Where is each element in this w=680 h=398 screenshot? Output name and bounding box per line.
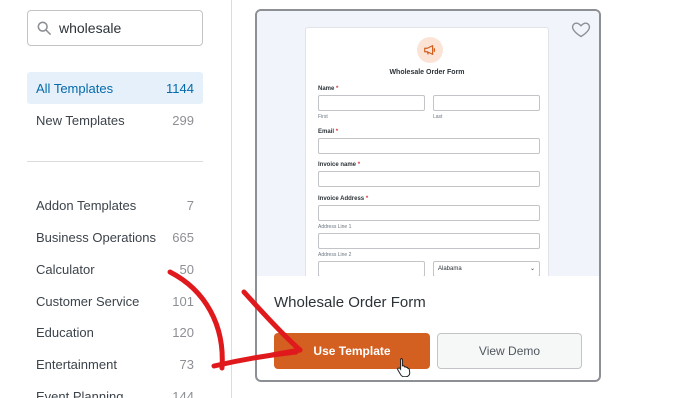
category-count: 101 — [172, 293, 194, 309]
last-sublabel: Last — [433, 114, 443, 120]
category-label: All Templates — [36, 80, 114, 96]
category-education[interactable]: Education 120 — [27, 316, 203, 348]
invoice-name-field — [318, 171, 540, 187]
heart-icon[interactable] — [571, 19, 591, 39]
email-field — [318, 138, 540, 154]
first-sublabel: First — [318, 114, 328, 120]
panel-divider — [231, 0, 232, 398]
category-label: Education — [36, 324, 94, 340]
invoice-address-label: Invoice Address * — [318, 196, 369, 202]
city-field — [318, 261, 425, 276]
state-value: Alabama — [438, 266, 462, 272]
form-preview-title: Wholesale Order Form — [389, 69, 465, 76]
category-sidebar: All Templates 1144 New Templates 299 Add… — [0, 0, 232, 398]
category-label: Addon Templates — [36, 197, 137, 213]
category-calculator[interactable]: Calculator 50 — [27, 253, 203, 285]
hand-cursor-icon — [397, 358, 411, 377]
address-line1-field — [318, 205, 540, 221]
search-input[interactable] — [59, 20, 199, 36]
category-new-templates[interactable]: New Templates 299 — [27, 104, 203, 136]
form-preview-sheet: Wholesale Order Form Name * First Last E… — [305, 27, 549, 276]
first-name-field — [318, 95, 425, 111]
template-card[interactable]: Wholesale Order Form Name * First Last E… — [255, 9, 601, 382]
template-preview: Wholesale Order Form Name * First Last E… — [257, 11, 599, 276]
search-icon — [37, 21, 51, 35]
view-demo-button[interactable]: View Demo — [437, 333, 582, 369]
category-all-templates[interactable]: All Templates 1144 — [27, 72, 203, 104]
category-count: 299 — [172, 112, 194, 128]
category-addon-templates[interactable]: Addon Templates 7 — [27, 189, 203, 221]
category-label: Business Operations — [36, 229, 156, 245]
category-event-planning[interactable]: Event Planning 144 — [27, 380, 203, 398]
category-label: Customer Service — [36, 293, 140, 309]
address-line2-field — [318, 233, 540, 249]
chevron-down-icon: ⌄ — [529, 266, 535, 272]
category-business-operations[interactable]: Business Operations 665 — [27, 221, 203, 253]
megaphone-icon — [417, 37, 443, 63]
state-select: Alabama ⌄ — [433, 261, 540, 276]
category-label: Event Planning — [36, 388, 124, 398]
search-box[interactable] — [27, 10, 203, 46]
category-label: Entertainment — [36, 356, 117, 372]
category-count: 144 — [172, 388, 194, 398]
category-count: 665 — [172, 229, 194, 245]
sidebar-divider — [27, 161, 203, 162]
category-entertainment[interactable]: Entertainment 73 — [27, 348, 203, 380]
template-title: Wholesale Order Form — [274, 294, 426, 311]
address-line2-sublabel: Address Line 2 — [318, 252, 352, 258]
last-name-field — [433, 95, 540, 111]
email-label: Email * — [318, 129, 339, 135]
name-label: Name * — [318, 86, 339, 92]
invoice-name-label: Invoice name * — [318, 162, 361, 168]
category-count: 73 — [179, 356, 194, 372]
category-count: 1144 — [166, 80, 194, 96]
category-customer-service[interactable]: Customer Service 101 — [27, 285, 203, 317]
category-label: New Templates — [36, 112, 125, 128]
category-label: Calculator — [36, 261, 95, 277]
address-line1-sublabel: Address Line 1 — [318, 224, 352, 230]
category-count: 50 — [179, 261, 194, 277]
category-count: 7 — [186, 197, 194, 213]
category-count: 120 — [172, 324, 194, 340]
